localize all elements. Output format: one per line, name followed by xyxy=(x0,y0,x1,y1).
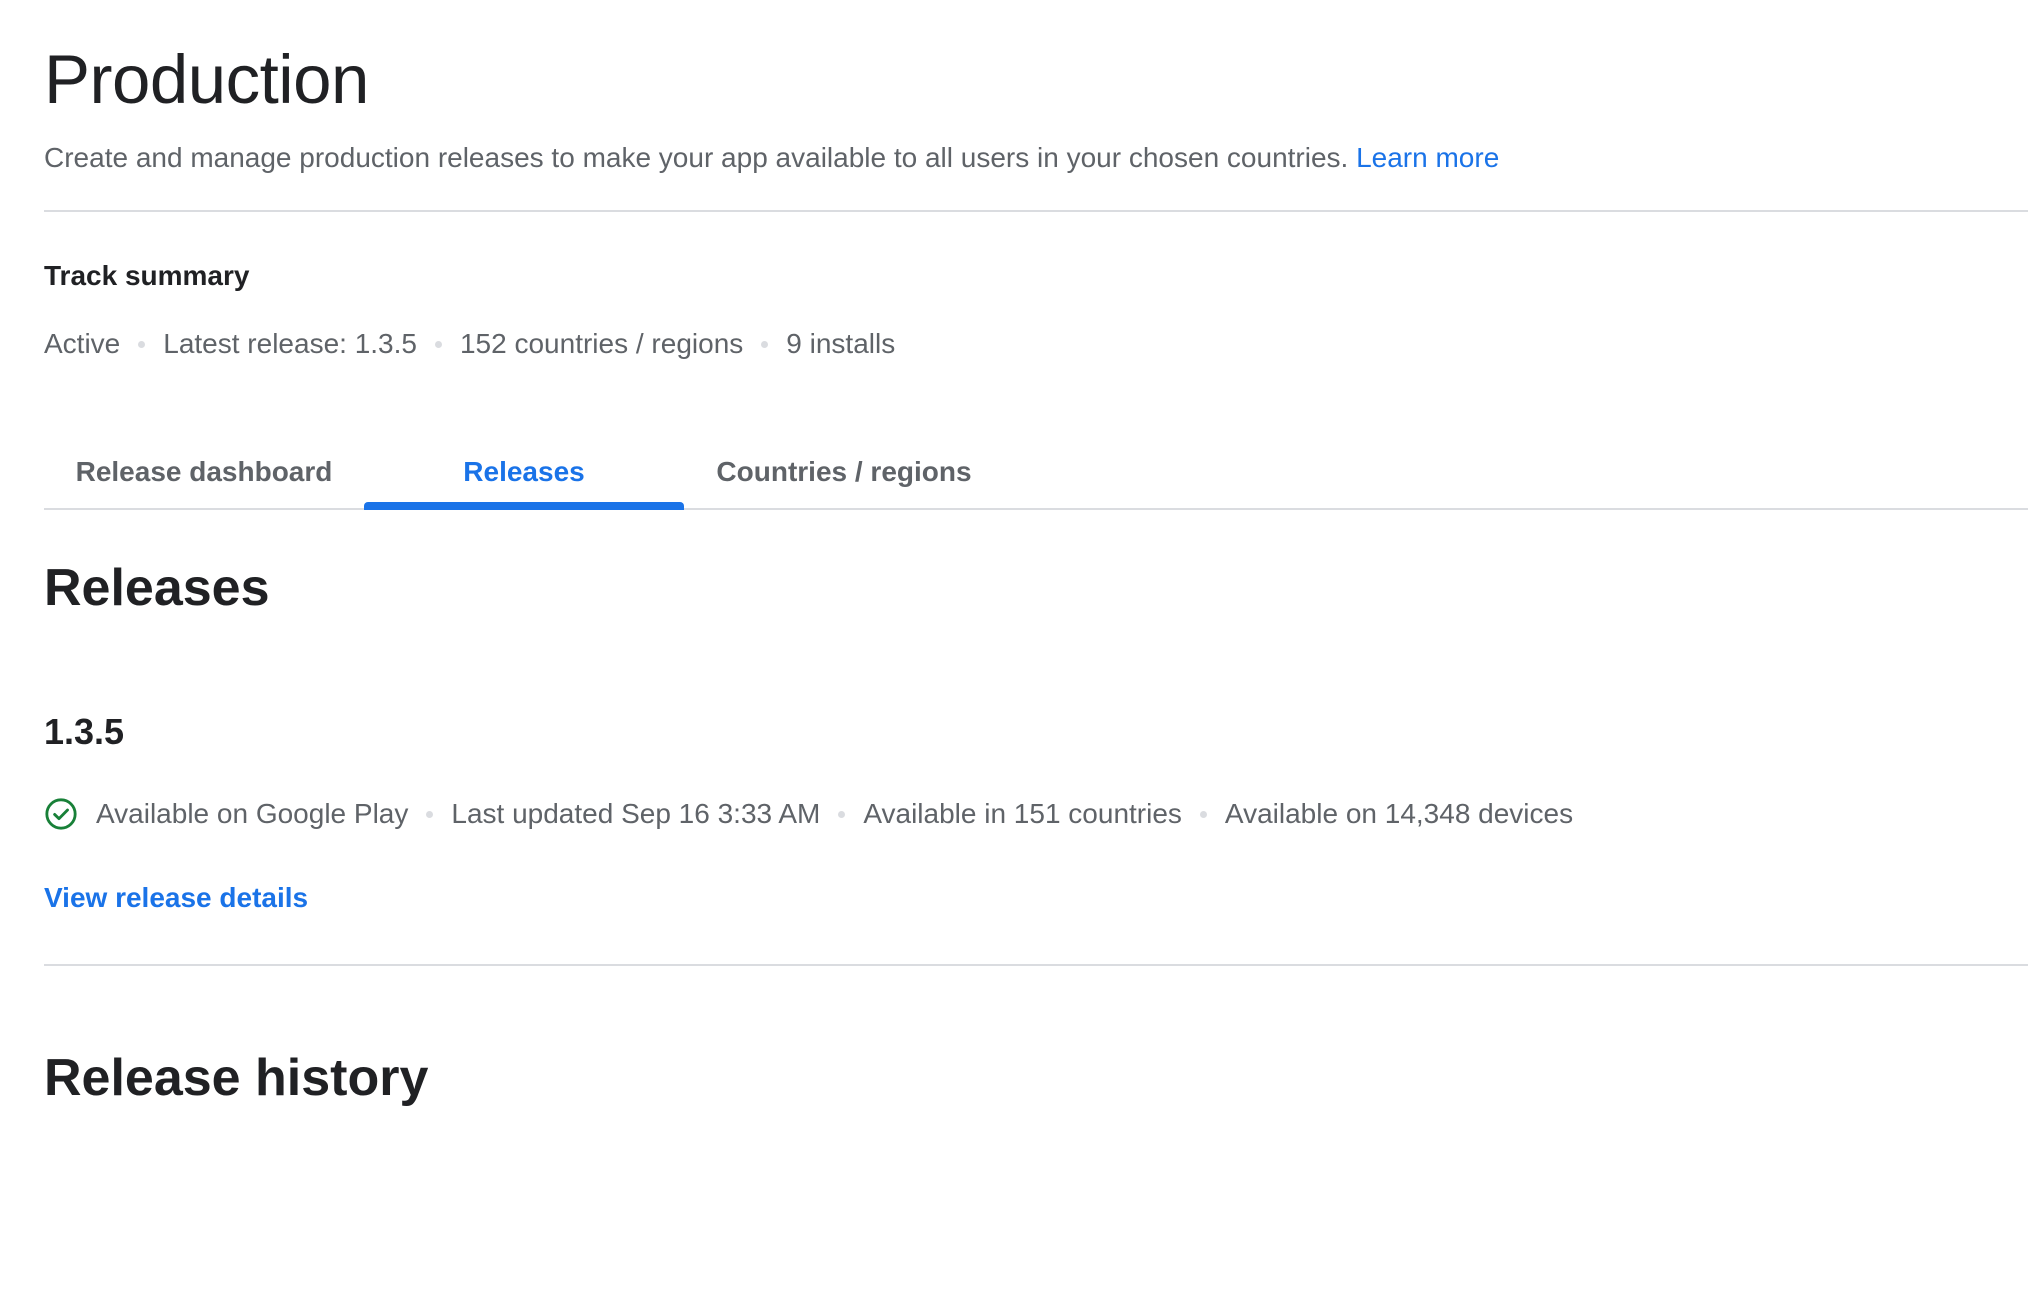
header-divider xyxy=(44,210,2028,212)
track-summary-heading: Track summary xyxy=(44,260,250,291)
track-status: Active xyxy=(44,328,121,359)
separator-dot xyxy=(138,340,146,348)
check-circle-icon xyxy=(45,798,77,830)
page-description-text: Create and manage production releases to… xyxy=(44,142,1349,173)
releases-heading: Releases xyxy=(44,559,270,617)
learn-more-link[interactable]: Learn more xyxy=(1356,142,1499,173)
releases-divider xyxy=(44,964,2028,966)
track-tabs: Release dashboard Releases Countries / r… xyxy=(44,436,2028,510)
track-installs: 9 installs xyxy=(786,328,896,359)
release-history-heading: Release history xyxy=(44,1049,429,1107)
release-version: 1.3.5 xyxy=(44,711,125,752)
active-tab-indicator xyxy=(364,502,684,510)
release-devices: Available on 14,348 devices xyxy=(1224,798,1574,829)
separator-dot xyxy=(426,810,434,818)
tab-countries-regions[interactable]: Countries / regions xyxy=(684,436,1004,508)
tab-releases[interactable]: Releases xyxy=(364,436,684,508)
release-status: Available on Google Play xyxy=(96,798,409,829)
release-last-updated: Last updated Sep 16 3:33 AM xyxy=(451,798,821,829)
release-countries: Available in 151 countries xyxy=(863,798,1182,829)
track-summary-row: Active Latest release: 1.3.5 152 countri… xyxy=(44,324,895,364)
track-latest-release: Latest release: 1.3.5 xyxy=(163,328,417,359)
production-page: Production Create and manage production … xyxy=(44,0,2028,1308)
track-countries: 152 countries / regions xyxy=(459,328,744,359)
tab-release-dashboard[interactable]: Release dashboard xyxy=(44,436,364,508)
separator-dot xyxy=(434,340,442,348)
page-description: Create and manage production releases to… xyxy=(44,138,1499,178)
separator-dot xyxy=(1199,810,1207,818)
release-status-row: Available on Google Play Last updated Se… xyxy=(44,794,1573,834)
page-title: Production xyxy=(44,41,369,118)
separator-dot xyxy=(761,340,769,348)
separator-dot xyxy=(838,810,846,818)
view-release-details-link[interactable]: View release details xyxy=(44,878,308,918)
